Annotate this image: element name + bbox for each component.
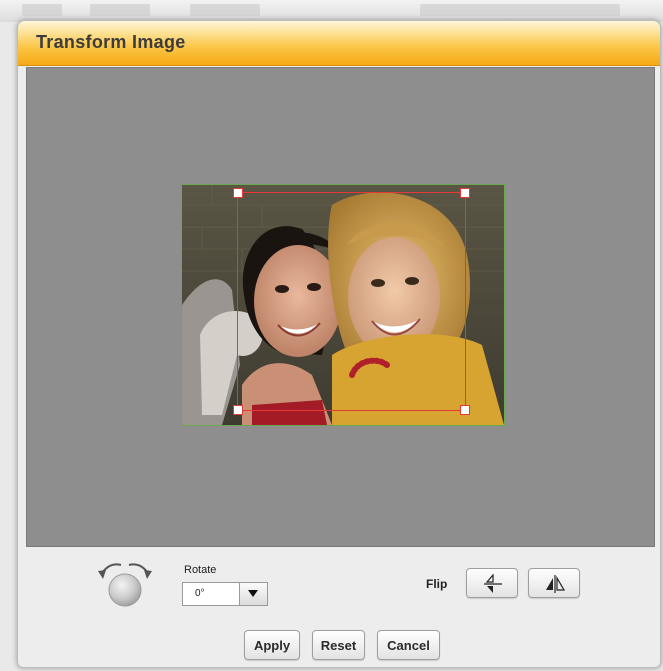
rotate-dial-icon xyxy=(98,563,152,607)
flip-horizontal-icon xyxy=(546,575,565,593)
rotate-dial[interactable] xyxy=(96,559,154,607)
background-window-strip xyxy=(0,0,663,22)
crop-handle-bottom-left[interactable] xyxy=(233,405,243,415)
reset-button[interactable]: Reset xyxy=(312,630,365,660)
image-canvas[interactable] xyxy=(26,67,655,547)
crop-handle-top-right[interactable] xyxy=(460,188,470,198)
rotate-label: Rotate xyxy=(184,564,217,576)
flip-vertical-button[interactable] xyxy=(466,568,518,598)
flip-horizontal-button[interactable] xyxy=(528,568,580,598)
apply-button[interactable]: Apply xyxy=(244,630,300,660)
crop-handle-bottom-right[interactable] xyxy=(460,405,470,415)
crop-selection[interactable] xyxy=(233,188,470,415)
transform-controls: Rotate 0° Flip Apply Reset Cancel xyxy=(18,546,660,667)
flip-label: Flip xyxy=(426,577,448,591)
rotate-angle-select[interactable]: 0° xyxy=(182,582,268,606)
crop-handle-top-left[interactable] xyxy=(233,188,243,198)
dialog-title: Transform Image xyxy=(36,32,186,52)
rotate-angle-value: 0° xyxy=(195,588,205,599)
cancel-button[interactable]: Cancel xyxy=(377,630,440,660)
rotate-dropdown-button[interactable] xyxy=(239,583,267,605)
transform-image-dialog: Transform Image Rotate 0° Flip Apply Res… xyxy=(17,20,661,668)
flip-vertical-icon xyxy=(484,574,502,593)
dialog-titlebar[interactable]: Transform Image xyxy=(18,21,660,66)
chevron-down-icon xyxy=(248,590,258,597)
